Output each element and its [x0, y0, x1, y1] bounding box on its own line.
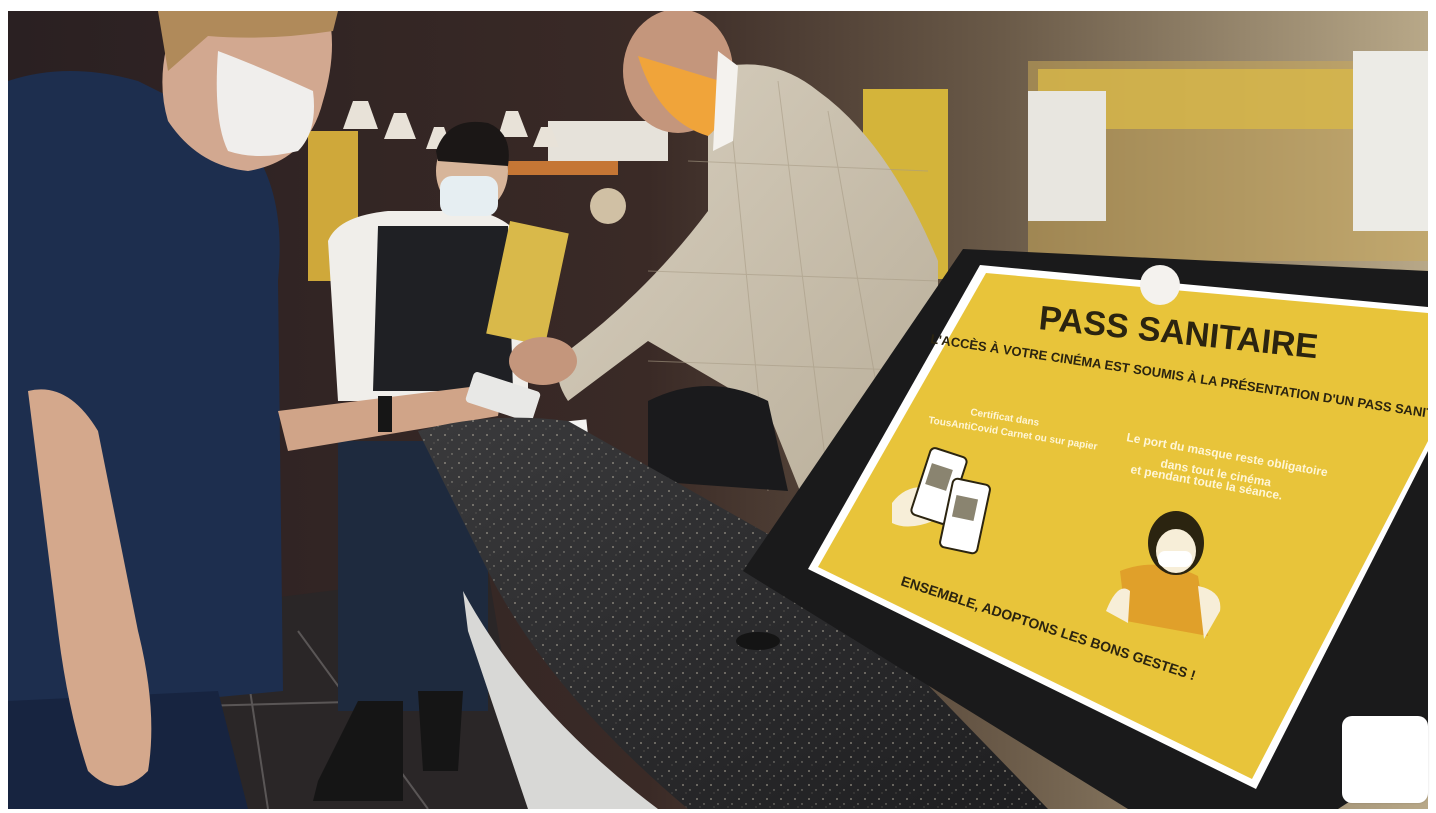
photo: PASS SANITAIRE L'ACCÈS À VOTRE CINÉMA ES… [8, 11, 1428, 809]
bag [648, 386, 788, 491]
corner-button[interactable] [1342, 716, 1428, 803]
notice-board-right [1353, 51, 1428, 231]
photo-scene: PASS SANITAIRE L'ACCÈS À VOTRE CINÉMA ES… [8, 11, 1428, 809]
sign-pin [1140, 265, 1180, 305]
signage [548, 121, 668, 161]
notice-board [1028, 91, 1106, 221]
